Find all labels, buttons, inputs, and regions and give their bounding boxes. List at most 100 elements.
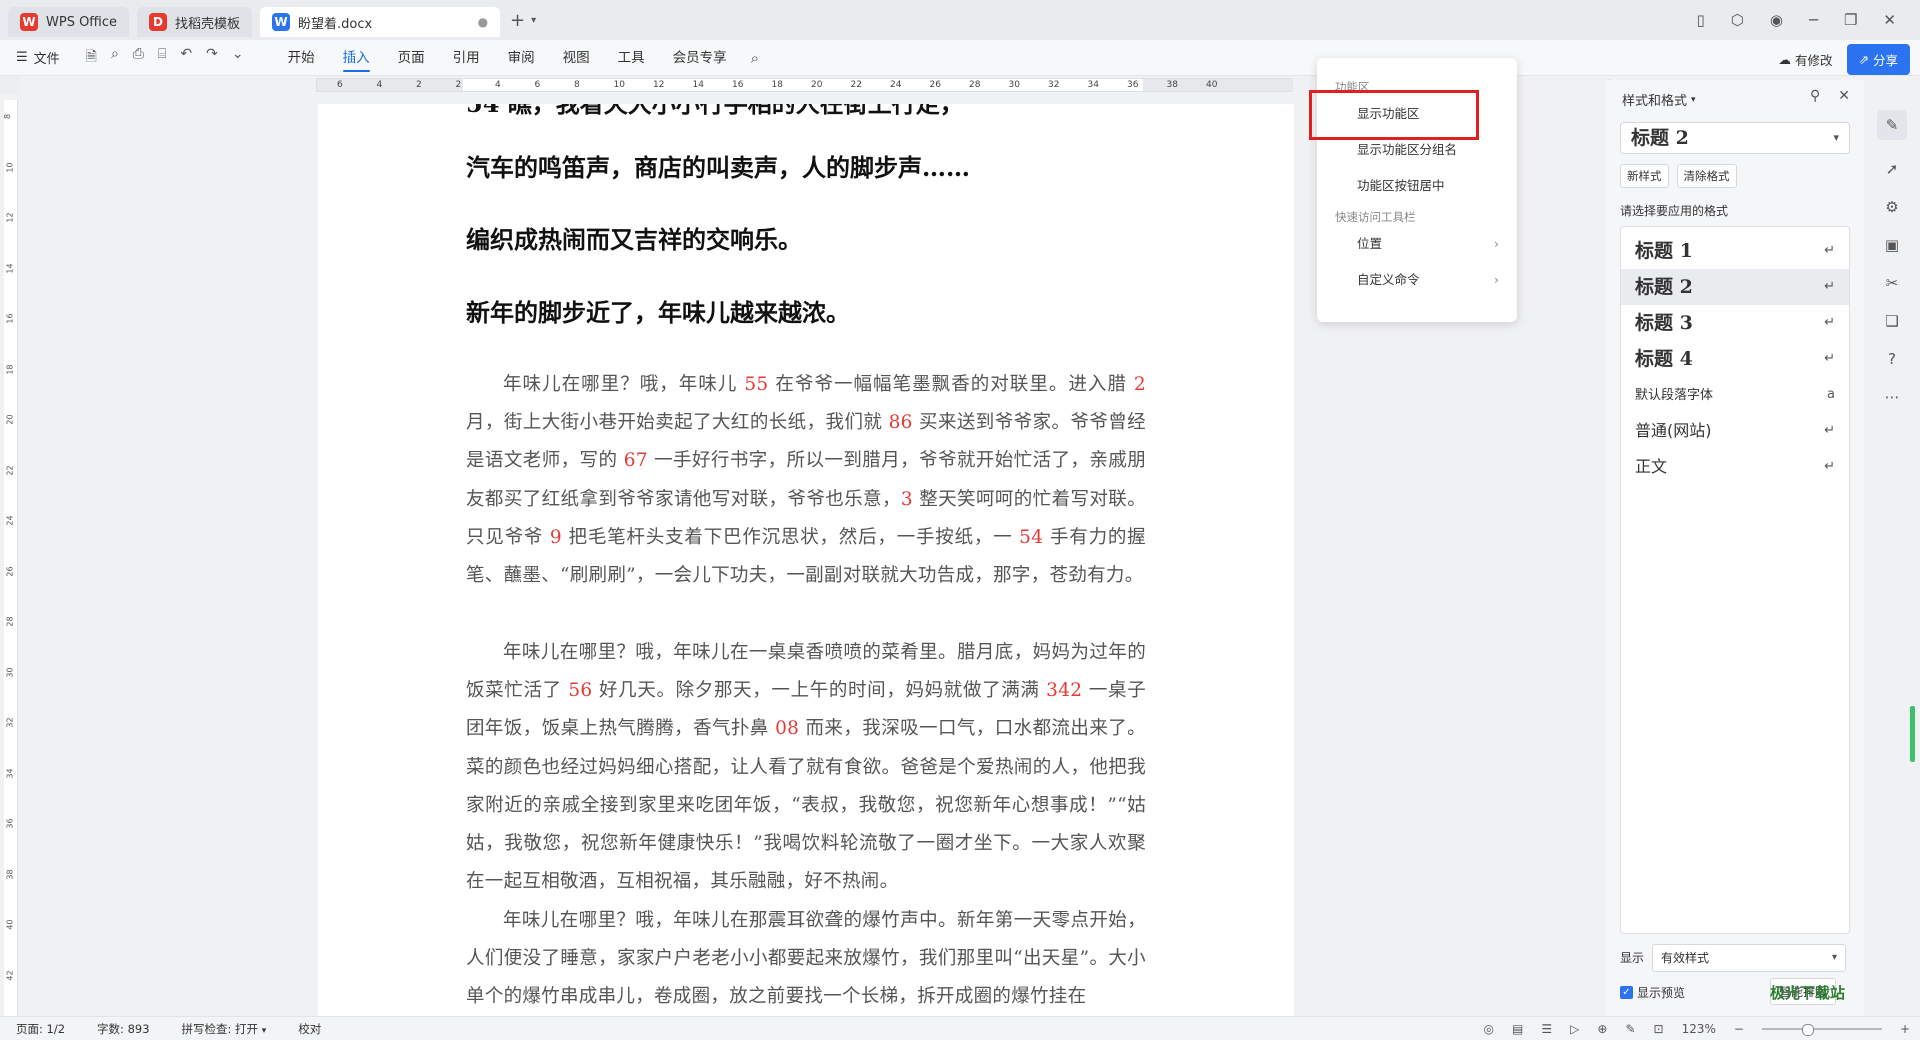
web-view-icon[interactable]: ⊕ (1597, 1022, 1607, 1036)
inline-number: 3 (900, 488, 913, 510)
ruler-tick-label: 28 (5, 616, 15, 627)
chevron-right-icon: › (1494, 272, 1499, 287)
image-edit-icon[interactable]: ▣ (1885, 236, 1899, 254)
current-style-select[interactable]: 标题 2 ▾ (1620, 122, 1850, 154)
tab-insert[interactable]: 插入 (329, 40, 384, 76)
pen-icon[interactable]: ✎ (1877, 110, 1907, 140)
style-item-heading4[interactable]: 标题 4 ↵ (1621, 341, 1849, 377)
restore-icon[interactable]: ❐ (1844, 11, 1857, 29)
more-chevron-icon[interactable]: ⌄ (232, 46, 244, 70)
styles-panel-footer: 显示 有效样式 ▾ ✓ 显示预览 智能排版 (1620, 944, 1850, 1005)
style-name: 标题 1 (1635, 240, 1693, 262)
style-item-heading3[interactable]: 标题 3 ↵ (1621, 305, 1849, 341)
save-icon[interactable]: 🗎 (86, 46, 97, 70)
select-arrow-icon[interactable]: ➚ (1886, 160, 1899, 178)
ruler-tick-label: 8 (574, 80, 580, 90)
ruler-tick-label: 12 (5, 212, 15, 223)
ruler-corner[interactable] (0, 76, 20, 94)
tab-review[interactable]: 审阅 (494, 40, 549, 76)
tab-wps-office[interactable]: W WPS Office (8, 7, 130, 37)
spell-check[interactable]: 拼写检查: 打开 ▾ (182, 1021, 267, 1037)
redo-icon[interactable]: ↷ (206, 46, 218, 70)
tab-view[interactable]: 视图 (549, 40, 604, 76)
style-item-body[interactable]: 正文 ↵ (1621, 449, 1849, 485)
ruler-tick-label: 26 (5, 565, 15, 577)
outline-view-icon[interactable]: ☰ (1541, 1022, 1552, 1036)
book-icon[interactable]: ❏ (1885, 312, 1898, 330)
adjust-icon[interactable]: ⚙ (1885, 198, 1898, 216)
play-icon[interactable]: ▷ (1570, 1022, 1579, 1036)
position-item[interactable]: 位置 › (1317, 226, 1517, 262)
share-button[interactable]: ⇗ 分享 (1846, 44, 1910, 75)
chevron-down-icon: ▾ (1831, 952, 1837, 963)
zoom-slider[interactable] (1761, 1024, 1882, 1036)
horizontal-ruler[interactable]: 6 4 2 2 4 6 8 10 12 14 16 18 20 22 24 26 28 30 32 34 36 38 40 (316, 78, 1293, 92)
minimize-icon[interactable]: ─ (1809, 11, 1818, 29)
show-preview-checkbox[interactable]: ✓ 显示预览 (1620, 984, 1685, 1001)
print-preview-icon[interactable]: ⌸ (158, 46, 166, 70)
zoom-in-icon[interactable]: + (1900, 1022, 1910, 1036)
new-style-button[interactable]: 新样式 (1620, 164, 1669, 188)
open-icon[interactable]: ⌕ (111, 46, 119, 70)
ruler-margin-right (1143, 79, 1293, 91)
undo-icon[interactable]: ↶ (180, 46, 192, 70)
more-icon[interactable]: ⋯ (1885, 388, 1900, 406)
styles-panel-controls: ⚲ ✕ (1810, 88, 1850, 104)
avatar[interactable]: ◉ (1770, 11, 1783, 29)
layout-icon[interactable]: ▯ (1696, 11, 1704, 29)
help-icon[interactable]: ? (1888, 350, 1896, 368)
has-modify-button[interactable]: ☁ 有修改 (1778, 50, 1832, 69)
tab-document[interactable]: W 盼望着.docx ● (260, 7, 501, 37)
ruler-tick-label: 14 (692, 80, 704, 90)
style-name: 默认段落字体 (1635, 388, 1714, 403)
pin-icon[interactable]: ⚲ (1810, 88, 1820, 104)
styles-panel-title[interactable]: 样式和格式 ▾ (1622, 90, 1696, 109)
tab-start[interactable]: 开始 (274, 40, 329, 76)
vertical-ruler[interactable]: 8 10 12 14 16 18 20 22 24 26 28 30 32 34 36 38 40 42 (3, 100, 18, 1020)
add-tab-icon[interactable]: + (510, 10, 525, 31)
inline-number: 54 (1019, 526, 1044, 548)
clear-format-button[interactable]: 清除格式 (1676, 164, 1737, 188)
style-item-default-font[interactable]: 默认段落字体 a (1621, 377, 1849, 413)
show-filter-select[interactable]: 有效样式 ▾ (1652, 944, 1846, 972)
tab-tools[interactable]: 工具 (604, 40, 659, 76)
style-item-heading1[interactable]: 标题 1 ↵ (1621, 233, 1849, 269)
ribbon-buttons-center-item[interactable]: 功能区按钮居中 (1317, 168, 1517, 204)
fit-page-icon[interactable]: ⊡ (1654, 1022, 1664, 1036)
tab-close-icon[interactable]: ● (478, 15, 488, 29)
proofread-button[interactable]: 校对 (298, 1021, 321, 1037)
spell-check-label: 拼写检查: 打开 (181, 1021, 259, 1036)
zoom-level[interactable]: 123% (1682, 1022, 1716, 1036)
ruler-tick-label: 42 (5, 969, 15, 981)
tab-member[interactable]: 会员专享 (659, 40, 741, 76)
word-count[interactable]: 字数: 893 (97, 1021, 149, 1037)
zoom-out-icon[interactable]: − (1734, 1022, 1744, 1036)
ruler-tick-label: 26 (929, 80, 941, 90)
style-item-heading2[interactable]: 标题 2 ↵ (1621, 269, 1849, 305)
page-view-icon[interactable]: ▤ (1512, 1022, 1523, 1036)
inline-number: 56 (568, 680, 593, 702)
tools-icon[interactable]: ✂ (1886, 274, 1899, 292)
close-icon[interactable]: ✕ (1883, 11, 1896, 29)
close-panel-icon[interactable]: ✕ (1838, 88, 1850, 104)
document-page[interactable]: 54 瞧，我看天大小小行手相的人在街上行走， 汽车的鸣笛声，商店的叫卖声，人的脚… (318, 104, 1294, 1024)
tab-template[interactable]: D 找稻壳模板 (137, 7, 253, 37)
tab-list-chevron-icon[interactable]: ▾ (531, 15, 536, 26)
side-indicator (1910, 706, 1915, 762)
tab-reference[interactable]: 引用 (439, 40, 494, 76)
style-item-normal-web[interactable]: 普通(网站) ↵ (1621, 413, 1849, 449)
eye-icon[interactable]: ◎ (1484, 1022, 1494, 1036)
print-icon[interactable]: ⎙ (133, 46, 144, 70)
tab-page[interactable]: 页面 (384, 40, 439, 76)
search-icon[interactable]: ⌕ (751, 49, 759, 67)
checkbox-checked-icon: ✓ (1620, 986, 1633, 999)
style-name: 普通(网站) (1635, 421, 1712, 440)
paragraph-mark-icon: ↵ (1824, 279, 1835, 294)
cube-icon[interactable]: ⬡ (1731, 11, 1744, 29)
paragraph-text: 在爷爷一幅幅笔墨飘香的对联里。进入腊 (768, 374, 1134, 395)
file-menu-button[interactable]: ☰ 文件 (16, 48, 60, 67)
tab-label: WPS Office (46, 14, 118, 30)
page-count[interactable]: 页面: 1/2 (16, 1021, 65, 1037)
custom-command-item[interactable]: 自定义命令 › (1317, 262, 1517, 298)
pen-mode-icon[interactable]: ✎ (1625, 1022, 1635, 1036)
